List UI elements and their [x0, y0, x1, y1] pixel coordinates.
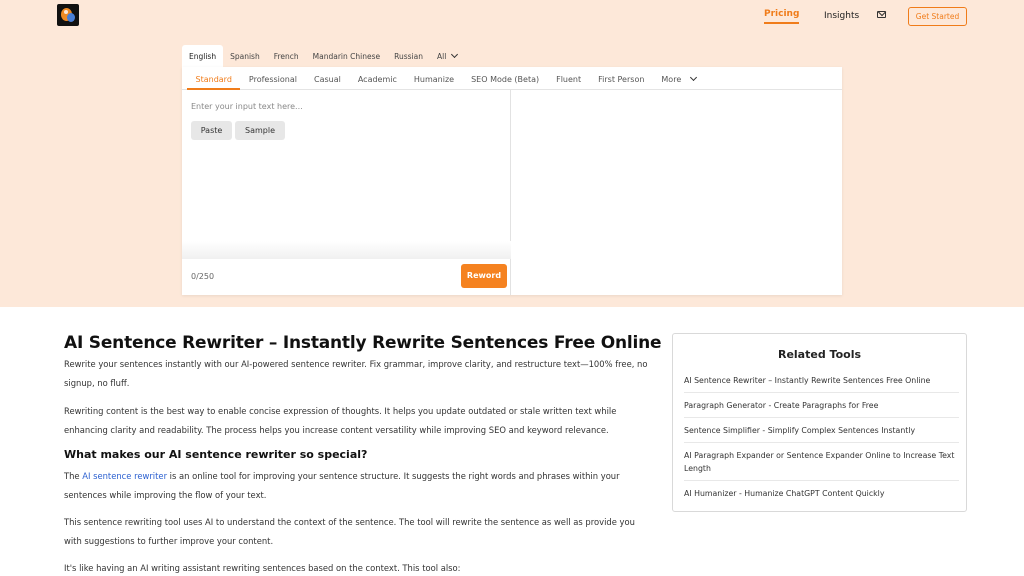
tab-more[interactable]: More	[653, 67, 705, 90]
related-tool-link[interactable]: AI Sentence Rewriter – Instantly Rewrite…	[684, 368, 959, 393]
tab-casual[interactable]: Casual	[305, 67, 349, 90]
ai-sentence-rewriter-link[interactable]: AI sentence rewriter	[82, 471, 167, 481]
brand-logo[interactable]	[57, 4, 79, 26]
editor-card: Standard Professional Casual Academic Hu…	[182, 67, 842, 295]
section-heading: What makes our AI sentence rewriter so s…	[64, 448, 368, 461]
article-content: AI Sentence Rewriter – Instantly Rewrite…	[64, 333, 662, 576]
tab-humanize[interactable]: Humanize	[405, 67, 462, 90]
paste-button[interactable]: Paste	[191, 121, 232, 140]
paragraph-text: The	[64, 471, 83, 481]
reword-button[interactable]: Reword	[461, 264, 507, 288]
article-paragraph: The AI sentence rewriter is an online to…	[64, 467, 654, 504]
related-tools-title: Related Tools	[777, 348, 862, 361]
character-counter: 0/250	[191, 272, 215, 281]
input-text-area[interactable]: Enter your input text here...	[191, 102, 303, 111]
logo-highlight-shape	[64, 10, 68, 14]
article-paragraph: Rewriting content is the best way to ena…	[64, 406, 617, 435]
tab-seo-mode[interactable]: SEO Mode (Beta)	[463, 67, 548, 90]
chevron-down-icon	[690, 73, 698, 81]
tab-standard[interactable]: Standard	[187, 67, 241, 90]
language-tabs: English Spanish French Mandarin Chinese …	[182, 45, 464, 67]
tab-spanish[interactable]: Spanish	[223, 45, 267, 67]
tab-mandarin-chinese[interactable]: Mandarin Chinese	[306, 45, 387, 67]
tab-all-label: All	[437, 52, 447, 61]
article-paragraph: This sentence rewriting tool uses AI to …	[64, 517, 635, 546]
related-tools-panel: Related Tools AI Sentence Rewriter – Ins…	[672, 333, 967, 512]
chevron-down-icon	[451, 50, 459, 59]
input-fade	[182, 241, 511, 259]
mail-icon[interactable]	[877, 11, 886, 18]
nav-pricing[interactable]: Pricing	[764, 9, 800, 24]
related-tool-link[interactable]: Sentence Simplifier - Simplify Complex S…	[684, 418, 959, 443]
article-paragraph: It's like having an AI writing assistant…	[64, 563, 461, 573]
logo-blue-shape	[67, 13, 75, 22]
related-tool-link[interactable]: AI Humanizer - Humanize ChatGPT Content …	[684, 481, 959, 505]
tab-english[interactable]: English	[182, 45, 224, 67]
input-pane[interactable]: Enter your input text here... Paste Samp…	[182, 90, 511, 295]
article-intro: Rewrite your sentences instantly with ou…	[64, 359, 648, 388]
page-title: AI Sentence Rewriter – Instantly Rewrite…	[64, 333, 662, 353]
tab-professional[interactable]: Professional	[240, 67, 305, 90]
tab-russian[interactable]: Russian	[387, 45, 430, 67]
related-tool-link[interactable]: AI Paragraph Expander or Sentence Expand…	[684, 443, 959, 481]
nav-insights[interactable]: Insights	[824, 11, 859, 21]
tab-academic[interactable]: Academic	[349, 67, 405, 90]
related-tool-link[interactable]: Paragraph Generator - Create Paragraphs …	[684, 393, 959, 418]
tab-all-languages[interactable]: All	[430, 45, 464, 67]
get-started-button[interactable]: Get Started	[908, 7, 967, 26]
mode-tabs: Standard Professional Casual Academic Hu…	[182, 67, 842, 90]
tab-french[interactable]: French	[267, 45, 306, 67]
tab-more-label: More	[661, 74, 682, 84]
sample-button[interactable]: Sample	[235, 121, 285, 140]
tab-fluent[interactable]: Fluent	[548, 67, 590, 90]
related-tools-list: AI Sentence Rewriter – Instantly Rewrite…	[684, 368, 959, 505]
tab-first-person[interactable]: First Person	[590, 67, 653, 90]
